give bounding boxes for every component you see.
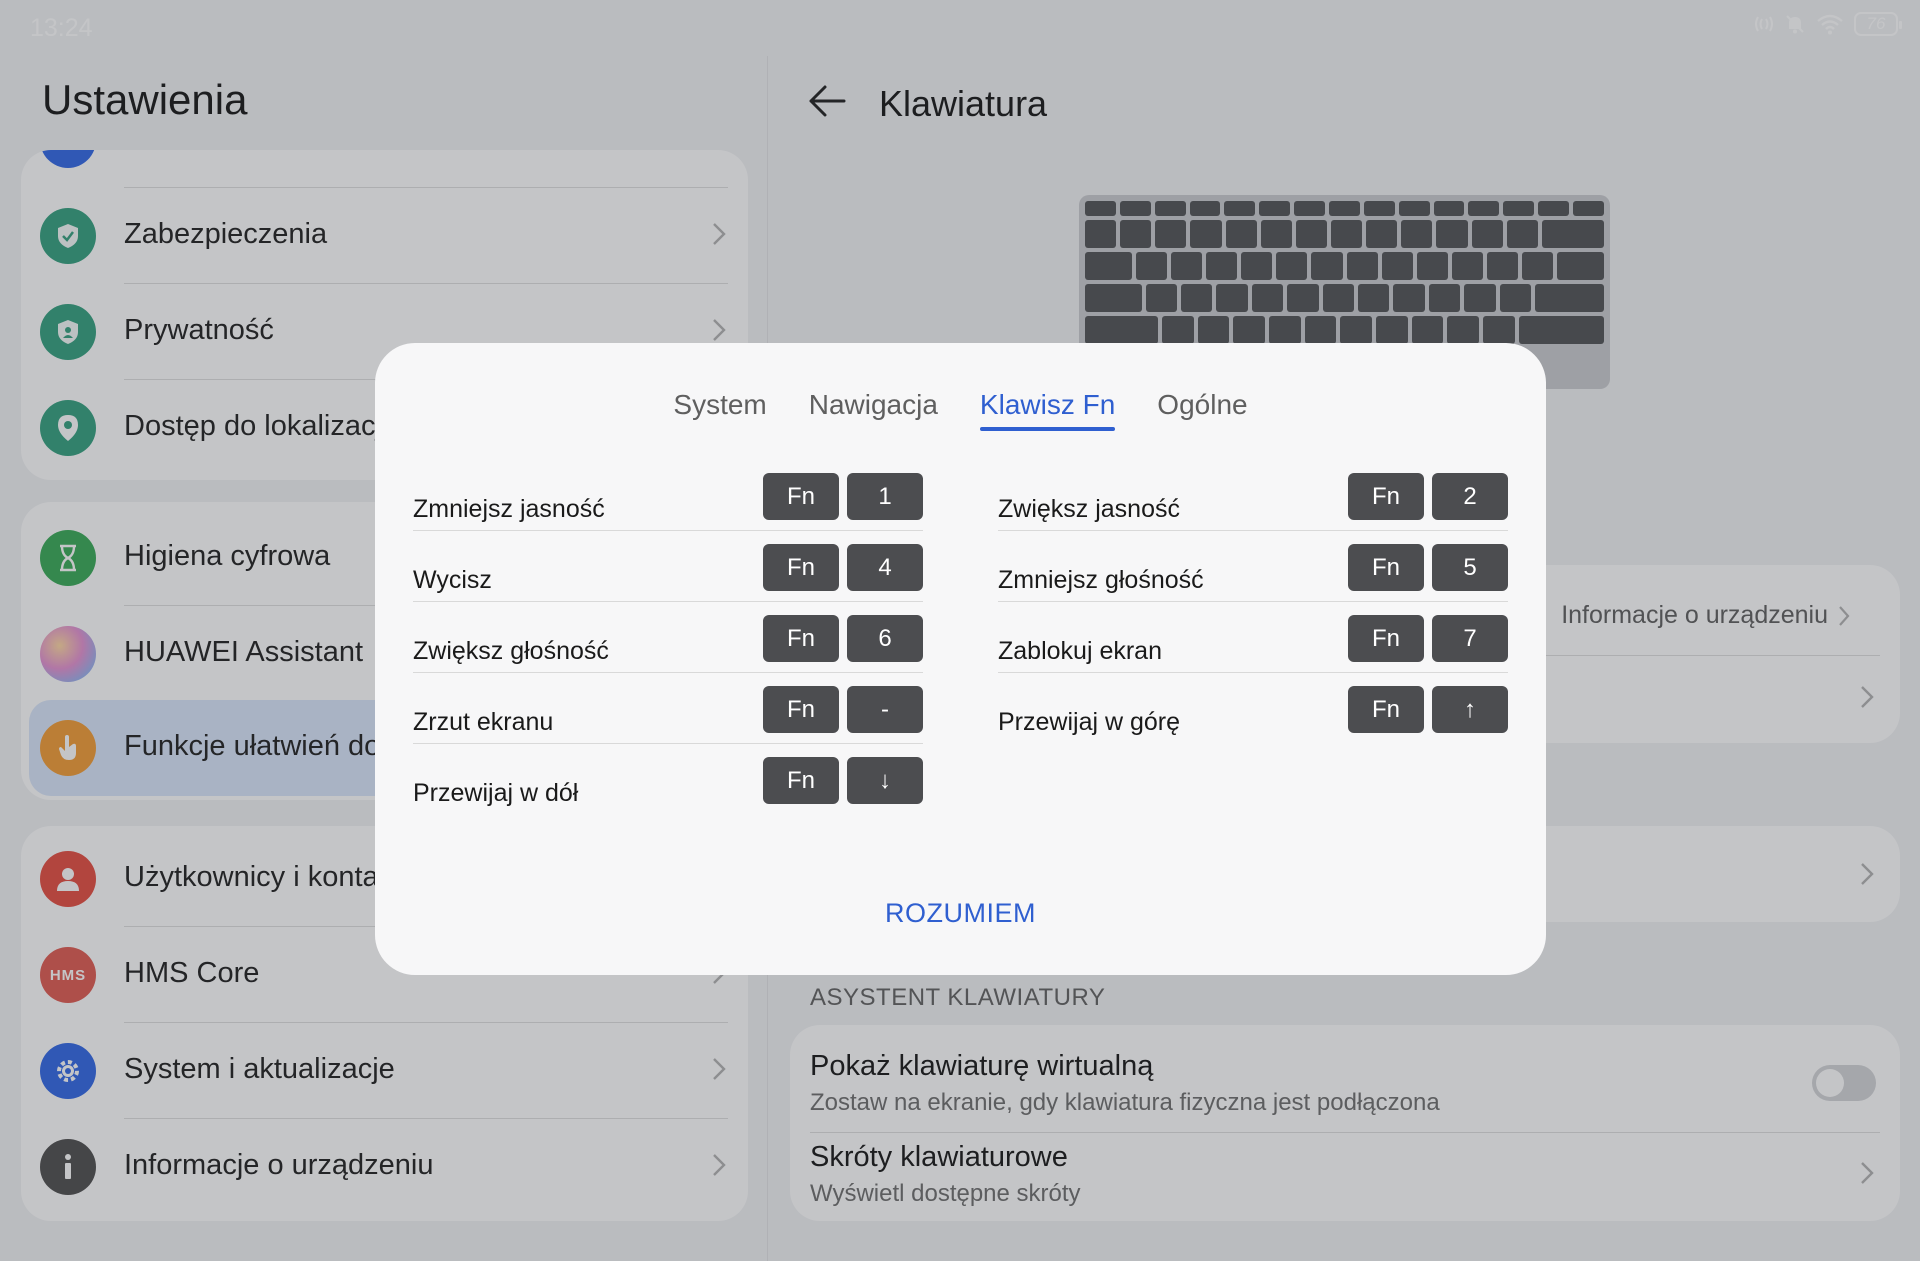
tab-navigation[interactable]: Nawigacja: [809, 389, 938, 431]
shortcut-row: Przewijaj w dół Fn ↓: [413, 757, 923, 828]
key-cap: 4: [847, 544, 923, 591]
shortcut-row: Zmniejsz jasność Fn 1: [413, 473, 923, 544]
key-cap: Fn: [1348, 686, 1424, 733]
shortcut-name: Zmniejsz głośność: [998, 566, 1204, 594]
tab-fn-key[interactable]: Klawisz Fn: [979, 389, 1116, 431]
confirm-button[interactable]: ROZUMIEM: [375, 898, 1546, 929]
tab-system[interactable]: System: [673, 389, 766, 431]
shortcut-row: Zwiększ głośność Fn 6: [413, 615, 923, 686]
key-cap: -: [847, 686, 923, 733]
shortcut-row: Zablokuj ekran Fn 7: [998, 615, 1508, 686]
shortcut-row: Zrzut ekranu Fn -: [413, 686, 923, 757]
shortcut-list-right: Zwiększ jasność Fn 2 Zmniejsz głośność Fn…: [998, 473, 1508, 757]
shortcut-name: Zwiększ głośność: [413, 637, 609, 665]
key-cap: ↑: [1432, 686, 1508, 733]
dialog-tabs: System Nawigacja Klawisz Fn Ogólne: [375, 389, 1546, 431]
key-cap: Fn: [763, 615, 839, 662]
key-cap: 6: [847, 615, 923, 662]
screen: 13:24 76 Ustawienia Zabezpieczenia Prywa…: [0, 0, 1920, 1261]
tab-general[interactable]: Ogólne: [1157, 389, 1247, 431]
key-cap: Fn: [1348, 473, 1424, 520]
shortcut-row: Wycisz Fn 4: [413, 544, 923, 615]
shortcuts-dialog: System Nawigacja Klawisz Fn Ogólne Zmnie…: [375, 343, 1546, 975]
shortcut-name: Zwiększ jasność: [998, 495, 1180, 523]
shortcut-list-left: Zmniejsz jasność Fn 1 Wycisz Fn 4 Zwiększ …: [413, 473, 923, 828]
shortcut-row: Zwiększ jasność Fn 2: [998, 473, 1508, 544]
key-cap: Fn: [763, 544, 839, 591]
key-cap: 1: [847, 473, 923, 520]
key-cap: Fn: [1348, 544, 1424, 591]
shortcut-name: Zablokuj ekran: [998, 637, 1162, 665]
shortcut-name: Zmniejsz jasność: [413, 495, 605, 523]
key-cap: Fn: [763, 757, 839, 804]
key-cap: ↓: [847, 757, 923, 804]
key-cap: Fn: [763, 686, 839, 733]
key-cap: 2: [1432, 473, 1508, 520]
shortcut-name: Wycisz: [413, 566, 492, 594]
shortcut-name: Przewijaj w górę: [998, 708, 1181, 736]
shortcut-row: Zmniejsz głośność Fn 5: [998, 544, 1508, 615]
key-cap: 5: [1432, 544, 1508, 591]
shortcut-name: Zrzut ekranu: [413, 708, 554, 736]
shortcut-name: Przewijaj w dół: [413, 779, 579, 807]
key-cap: Fn: [763, 473, 839, 520]
shortcut-row: Przewijaj w górę Fn ↑: [998, 686, 1508, 757]
key-cap: Fn: [1348, 615, 1424, 662]
key-cap: 7: [1432, 615, 1508, 662]
